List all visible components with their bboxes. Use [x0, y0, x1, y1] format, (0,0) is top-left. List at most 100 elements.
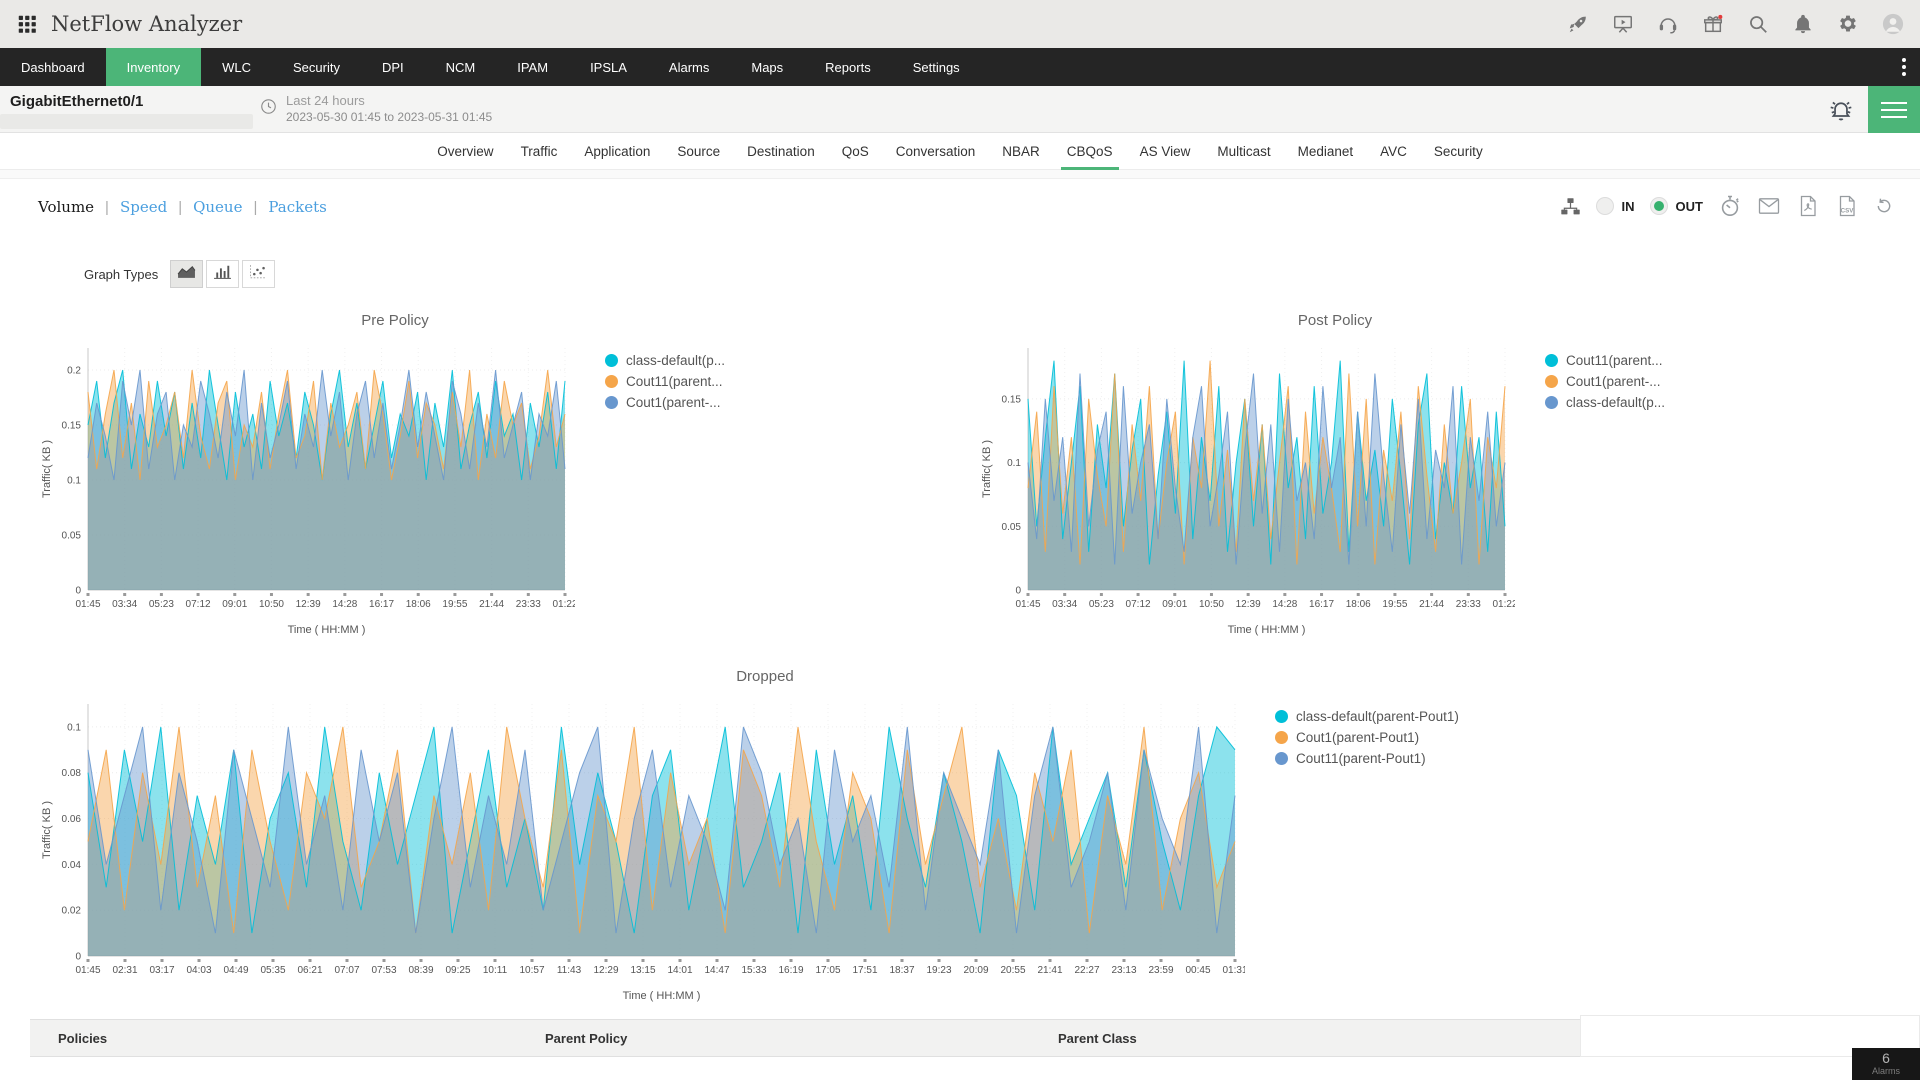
apps-grid-icon[interactable]: [16, 13, 38, 35]
tab-medianet[interactable]: Medianet: [1292, 133, 1360, 169]
gift-icon[interactable]: [1702, 13, 1724, 35]
envelope-icon[interactable]: [1757, 194, 1781, 218]
svg-text:CSV: CSV: [1841, 207, 1855, 214]
tab-source[interactable]: Source: [671, 133, 726, 169]
search-icon[interactable]: [1747, 13, 1769, 35]
legend-item[interactable]: class-default(p...: [1545, 392, 1665, 413]
svg-text:0.05: 0.05: [1002, 522, 1022, 533]
graph-types-label: Graph Types: [84, 267, 158, 282]
chart-plot[interactable]: 00.050.10.1501:4503:3405:2307:1209:0110:…: [970, 338, 1515, 643]
chart-plot[interactable]: 00.020.040.060.080.101:4502:3103:1704:03…: [30, 694, 1245, 1009]
direction-radio-out[interactable]: [1650, 197, 1668, 215]
nav-item-ipsla[interactable]: IPSLA: [569, 48, 648, 86]
pdf-export-icon[interactable]: [1796, 194, 1820, 218]
column-header-parent-policy[interactable]: Parent Policy: [545, 1031, 1058, 1046]
legend-item[interactable]: Cout11(parent...: [1545, 350, 1665, 371]
tab-as-view[interactable]: AS View: [1134, 133, 1197, 169]
nav-item-dpi[interactable]: DPI: [361, 48, 425, 86]
nav-item-settings[interactable]: Settings: [892, 48, 981, 86]
chart-toolbar: IN OUT CSV: [1560, 194, 1894, 218]
metric-tabs: Volume|Speed|Queue|Packets: [38, 198, 327, 216]
svg-text:Time ( HH:MM ): Time ( HH:MM ): [1228, 624, 1306, 636]
metric-tab-volume[interactable]: Volume: [38, 198, 94, 216]
tab-qos[interactable]: QoS: [836, 133, 875, 169]
tab-overview[interactable]: Overview: [431, 133, 499, 169]
tab-nbar[interactable]: NBAR: [996, 133, 1046, 169]
chart-plot[interactable]: 00.050.10.150.201:4503:3405:2307:1209:01…: [30, 338, 575, 643]
chart-legend: class-default(p...Cout11(parent...Cout1(…: [575, 338, 725, 643]
bell-icon[interactable]: [1792, 13, 1814, 35]
svg-text:0.05: 0.05: [62, 531, 82, 542]
nav-item-inventory[interactable]: Inventory: [106, 48, 201, 86]
tab-conversation[interactable]: Conversation: [890, 133, 982, 169]
metric-tab-speed[interactable]: Speed: [120, 198, 167, 216]
nav-item-reports[interactable]: Reports: [804, 48, 892, 86]
tab-application[interactable]: Application: [578, 133, 656, 169]
tab-avc[interactable]: AVC: [1374, 133, 1413, 169]
bar-chart-icon[interactable]: [206, 260, 239, 288]
legend-item[interactable]: Cout1(parent-Pout1): [1275, 727, 1459, 748]
csv-export-icon[interactable]: CSV: [1835, 194, 1859, 218]
direction-label-out: OUT: [1676, 199, 1703, 214]
legend-item[interactable]: class-default(p...: [605, 350, 725, 371]
svg-text:09:25: 09:25: [445, 965, 470, 976]
svg-text:0.1: 0.1: [67, 476, 81, 487]
interface-select-placeholder[interactable]: [0, 114, 253, 129]
tab-multicast[interactable]: Multicast: [1211, 133, 1276, 169]
direction-radio-in[interactable]: [1596, 197, 1614, 215]
graph-types: Graph Types: [84, 260, 278, 288]
kebab-menu-icon[interactable]: [1888, 48, 1920, 86]
nav-item-security[interactable]: Security: [272, 48, 361, 86]
svg-text:23:59: 23:59: [1148, 965, 1173, 976]
user-avatar[interactable]: [1882, 13, 1904, 35]
svg-text:03:34: 03:34: [1052, 599, 1077, 610]
column-header-policies[interactable]: Policies: [30, 1031, 545, 1046]
sitemap-icon[interactable]: [1560, 196, 1581, 217]
alarms-badge[interactable]: 6 Alarms: [1852, 1048, 1920, 1080]
legend-dot: [1275, 752, 1288, 765]
time-period[interactable]: Last 24 hours 2023-05-30 01:45 to 2023-0…: [260, 92, 492, 126]
svg-text:0.2: 0.2: [67, 366, 81, 377]
top-bar: NetFlow Analyzer: [0, 0, 1920, 48]
svg-text:05:35: 05:35: [260, 965, 285, 976]
metric-tab-packets[interactable]: Packets: [268, 198, 326, 216]
svg-text:0.1: 0.1: [67, 722, 81, 733]
tab-destination[interactable]: Destination: [741, 133, 821, 169]
nav-item-ipam[interactable]: IPAM: [496, 48, 569, 86]
area-chart-icon[interactable]: [170, 260, 203, 288]
presentation-icon[interactable]: [1612, 13, 1634, 35]
stopwatch-icon[interactable]: [1718, 194, 1742, 218]
legend-item[interactable]: Cout11(parent-Pout1): [1275, 748, 1459, 769]
nav-item-alarms[interactable]: Alarms: [648, 48, 730, 86]
tab-traffic[interactable]: Traffic: [515, 133, 564, 169]
legend-item[interactable]: Cout1(parent-...: [605, 392, 725, 413]
chart-legend: Cout11(parent...Cout1(parent-... class-de…: [1515, 338, 1665, 643]
nav-item-dashboard[interactable]: Dashboard: [0, 48, 106, 86]
direction-label-in: IN: [1622, 199, 1635, 214]
headset-icon[interactable]: [1657, 13, 1679, 35]
svg-text:20:55: 20:55: [1000, 965, 1025, 976]
tab-cbqos[interactable]: CBQoS: [1061, 133, 1119, 169]
legend-item[interactable]: Cout1(parent-...: [1545, 371, 1665, 392]
gear-icon[interactable]: [1837, 13, 1859, 35]
svg-text:0.08: 0.08: [62, 768, 82, 779]
nav-item-maps[interactable]: Maps: [730, 48, 804, 86]
legend-dot: [1545, 375, 1558, 388]
rocket-icon[interactable]: [1567, 13, 1589, 35]
scatter-chart-icon[interactable]: [242, 260, 275, 288]
metric-tab-queue[interactable]: Queue: [193, 198, 242, 216]
nav-item-wlc[interactable]: WLC: [201, 48, 272, 86]
legend-item[interactable]: class-default(parent-Pout1): [1275, 706, 1459, 727]
tab-security[interactable]: Security: [1428, 133, 1489, 169]
interface-name[interactable]: GigabitEthernet0/1: [10, 93, 143, 110]
legend-label: class-default(p...: [1566, 395, 1665, 410]
svg-text:13:15: 13:15: [630, 965, 655, 976]
reload-icon[interactable]: [1874, 196, 1894, 216]
chart-title: Pre Policy: [30, 312, 760, 334]
nav-item-ncm[interactable]: NCM: [425, 48, 497, 86]
separator: |: [253, 199, 257, 216]
hamburger-menu-icon[interactable]: [1868, 86, 1920, 133]
legend-dot: [605, 375, 618, 388]
alarm-bell-icon[interactable]: [1828, 97, 1854, 123]
legend-item[interactable]: Cout11(parent...: [605, 371, 725, 392]
